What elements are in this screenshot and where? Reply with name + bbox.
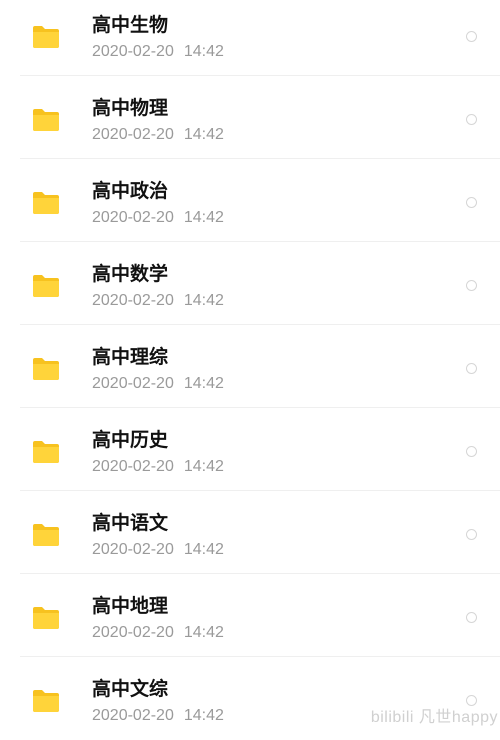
folder-name: 高中历史	[92, 429, 169, 451]
folder-date: 2020-02-20	[92, 458, 174, 475]
folder-time: 14:42	[183, 707, 224, 724]
folder-row[interactable]: 高中文综 2020-02-20 14:42	[0, 657, 500, 740]
folder-date: 2020-02-20	[92, 375, 174, 392]
folder-modified: 2020-02-20 14:42	[92, 125, 224, 145]
folder-modified: 2020-02-20 14:42	[92, 42, 224, 62]
folder-list: 高中生物 2020-02-20 14:42 高中物理 2020-02-20 14:4…	[0, 0, 500, 740]
folder-row[interactable]: 高中物理 2020-02-20 14:42	[0, 76, 500, 159]
folder-name: 高中语文	[92, 512, 169, 534]
folder-row[interactable]: 高中理综 2020-02-20 14:42	[0, 325, 500, 408]
folder-name: 高中理综	[92, 346, 169, 368]
folder-row[interactable]: 高中数学 2020-02-20 14:42	[0, 242, 500, 325]
folder-modified: 2020-02-20 14:42	[92, 706, 224, 726]
folder-row[interactable]: 高中地理 2020-02-20 14:42	[0, 574, 500, 657]
folder-modified: 2020-02-20 14:42	[92, 208, 224, 228]
folder-time: 14:42	[183, 458, 224, 475]
folder-row[interactable]: 高中历史 2020-02-20 14:42	[0, 408, 500, 491]
folder-date: 2020-02-20	[92, 707, 174, 724]
folder-modified: 2020-02-20 14:42	[92, 540, 224, 560]
folder-name: 高中文综	[92, 678, 169, 700]
folder-date: 2020-02-20	[92, 43, 174, 60]
folder-time: 14:42	[183, 541, 224, 558]
folder-name: 高中生物	[92, 14, 169, 36]
folder-icon	[33, 441, 59, 463]
folder-icon	[33, 690, 59, 712]
select-radio-icon[interactable]	[466, 197, 477, 208]
folder-date: 2020-02-20	[92, 209, 174, 226]
folder-row[interactable]: 高中语文 2020-02-20 14:42	[0, 491, 500, 574]
folder-modified: 2020-02-20 14:42	[92, 291, 224, 311]
folder-time: 14:42	[183, 292, 224, 309]
folder-date: 2020-02-20	[92, 126, 174, 143]
folder-icon	[33, 358, 59, 380]
folder-modified: 2020-02-20 14:42	[92, 374, 224, 394]
folder-name: 高中物理	[92, 97, 169, 119]
select-radio-icon[interactable]	[466, 280, 477, 291]
folder-icon	[33, 109, 59, 131]
folder-row[interactable]: 高中政治 2020-02-20 14:42	[0, 159, 500, 242]
select-radio-icon[interactable]	[466, 529, 477, 540]
folder-modified: 2020-02-20 14:42	[92, 457, 224, 477]
folder-name: 高中政治	[92, 180, 169, 202]
folder-icon	[33, 192, 59, 214]
folder-icon	[33, 275, 59, 297]
folder-name: 高中数学	[92, 263, 169, 285]
select-radio-icon[interactable]	[466, 114, 477, 125]
folder-time: 14:42	[183, 43, 224, 60]
folder-row[interactable]: 高中生物 2020-02-20 14:42	[0, 0, 500, 76]
folder-icon	[33, 607, 59, 629]
folder-date: 2020-02-20	[92, 292, 174, 309]
folder-icon	[33, 524, 59, 546]
folder-time: 14:42	[183, 126, 224, 143]
folder-time: 14:42	[183, 209, 224, 226]
folder-name: 高中地理	[92, 595, 169, 617]
folder-time: 14:42	[183, 624, 224, 641]
select-radio-icon[interactable]	[466, 363, 477, 374]
watermark: bilibili 凡世happy	[370, 709, 498, 726]
select-radio-icon[interactable]	[466, 31, 477, 42]
select-radio-icon[interactable]	[466, 612, 477, 623]
folder-date: 2020-02-20	[92, 541, 174, 558]
select-radio-icon[interactable]	[466, 446, 477, 457]
folder-icon	[33, 26, 59, 48]
folder-date: 2020-02-20	[92, 624, 174, 641]
folder-time: 14:42	[183, 375, 224, 392]
folder-modified: 2020-02-20 14:42	[92, 623, 224, 643]
